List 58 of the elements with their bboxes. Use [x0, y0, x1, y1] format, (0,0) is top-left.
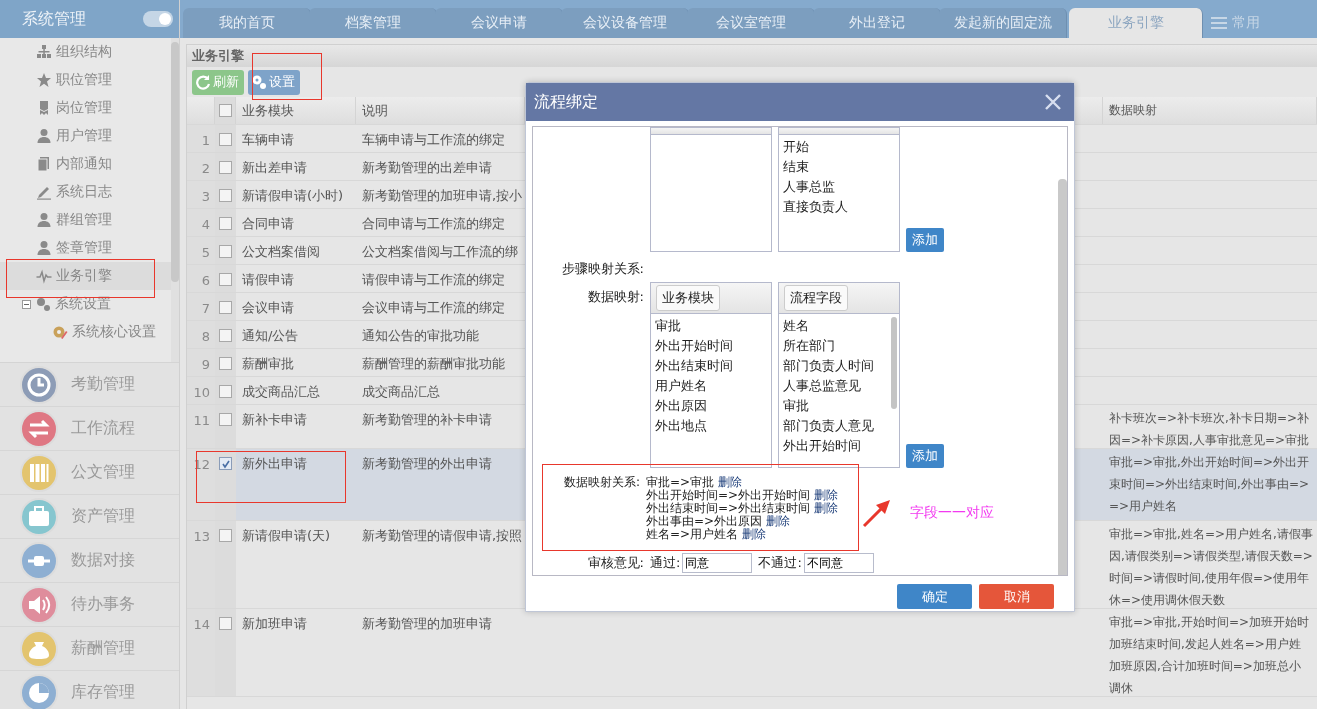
row-number: 10	[187, 377, 215, 404]
table-cell: 新补卡申请	[242, 411, 307, 429]
annotation-text: 字段一一对应	[910, 504, 994, 522]
row-number: 7	[187, 293, 215, 320]
table-cell: 公文档案借阅	[242, 243, 320, 261]
table-cell: 新考勤管理的外出申请	[362, 455, 492, 473]
table-cell: 成交商品汇总	[362, 383, 440, 401]
table-cell-text: 审批=>审批,外出开始时间=>外出开 束时间=>外出结束时间,外出事由=> =>用户姓名	[1109, 454, 1310, 515]
field-label: 审核意见:	[586, 554, 644, 572]
table-cell: 会议申请与工作流的绑定	[362, 299, 505, 317]
table-cell: 请假申请	[242, 271, 294, 289]
table-cell: 新考勤管理的出差申请	[362, 159, 492, 177]
dialog-title: 流程绑定	[534, 91, 598, 113]
table-cell: 新出差申请	[242, 159, 307, 177]
table-cell-text: 审批=>审批,开始时间=>加班开始时 加班结束时间,发起人姓名=>用户姓 加班原因,合计加班时间=>加班总小 调休	[1109, 614, 1310, 696]
row-number: 4	[187, 209, 215, 236]
mapping-text: 外出开始时间=>外出开始时间	[646, 488, 811, 502]
row-number: 5	[187, 237, 215, 264]
field-label: 数据映射关系:	[562, 476, 640, 489]
field-label: 不通过:	[758, 554, 802, 572]
row-number: 9	[187, 349, 215, 376]
table-cell: 通知/公告	[242, 327, 299, 345]
table-cell: 车辆申请与工作流的绑定	[362, 131, 505, 149]
table-cell: 新考勤管理的加班申请,按小	[362, 187, 523, 205]
field-label: 通过:	[650, 554, 681, 572]
table-cell: 新请假申请(天)	[242, 527, 331, 545]
row-number: 2	[187, 153, 215, 180]
table-cell: 薪酬管理的薪酬审批功能	[362, 355, 505, 373]
table-cell: 新加班申请	[242, 615, 307, 633]
table-cell-text: 审批=>审批,姓名=>用户姓名,请假事 因,请假类别=>请假类型,请假天数=> 时间=>请假时间,使用年假=>使用年 休=>使用调休假天数	[1109, 526, 1313, 608]
table-cell: 会议申请	[242, 299, 294, 317]
table-cell: 合同申请与工作流的绑定	[362, 215, 505, 233]
table-cell: 公文档案借阅与工作流的绑	[362, 243, 518, 261]
table-cell: 车辆申请	[242, 131, 294, 149]
row-number: 1	[187, 125, 215, 152]
row-number: 3	[187, 181, 215, 208]
mapping-text: 姓名=>用户姓名	[646, 527, 739, 541]
row-number: 6	[187, 265, 215, 292]
table-cell: 新外出申请	[242, 455, 307, 473]
row-number: 13	[187, 521, 215, 608]
table-cell-text: 补卡班次=>补卡班次,补卡日期=>补 因=>补卡原因,人事审批意见=>审批	[1109, 410, 1310, 448]
table-cell: 请假申请与工作流的绑定	[362, 271, 505, 289]
row-number: 11	[187, 405, 215, 448]
table-cell: 通知公告的审批功能	[362, 327, 479, 345]
table-cell: 新考勤管理的加班申请	[362, 615, 492, 633]
row-number: 8	[187, 321, 215, 348]
row-number: 14	[187, 609, 215, 696]
field-label: 数据映射:	[586, 288, 644, 306]
table-cell: 新请假申请(小时)	[242, 187, 344, 205]
mapping-text: 外出事由=>外出原因	[646, 514, 763, 528]
mapping-text: 外出结束时间=>外出结束时间	[646, 501, 811, 515]
table-cell: 成交商品汇总	[242, 383, 320, 401]
mapping-text: 审批=>审批	[646, 475, 715, 489]
table-cell: 新考勤管理的补卡申请	[362, 411, 492, 429]
sidebar-title: 系统管理	[22, 8, 86, 30]
table-cell: 合同申请	[242, 215, 294, 233]
table-cell: 新考勤管理的请假申请,按照	[362, 527, 523, 545]
table-cell: 薪酬审批	[242, 355, 294, 373]
